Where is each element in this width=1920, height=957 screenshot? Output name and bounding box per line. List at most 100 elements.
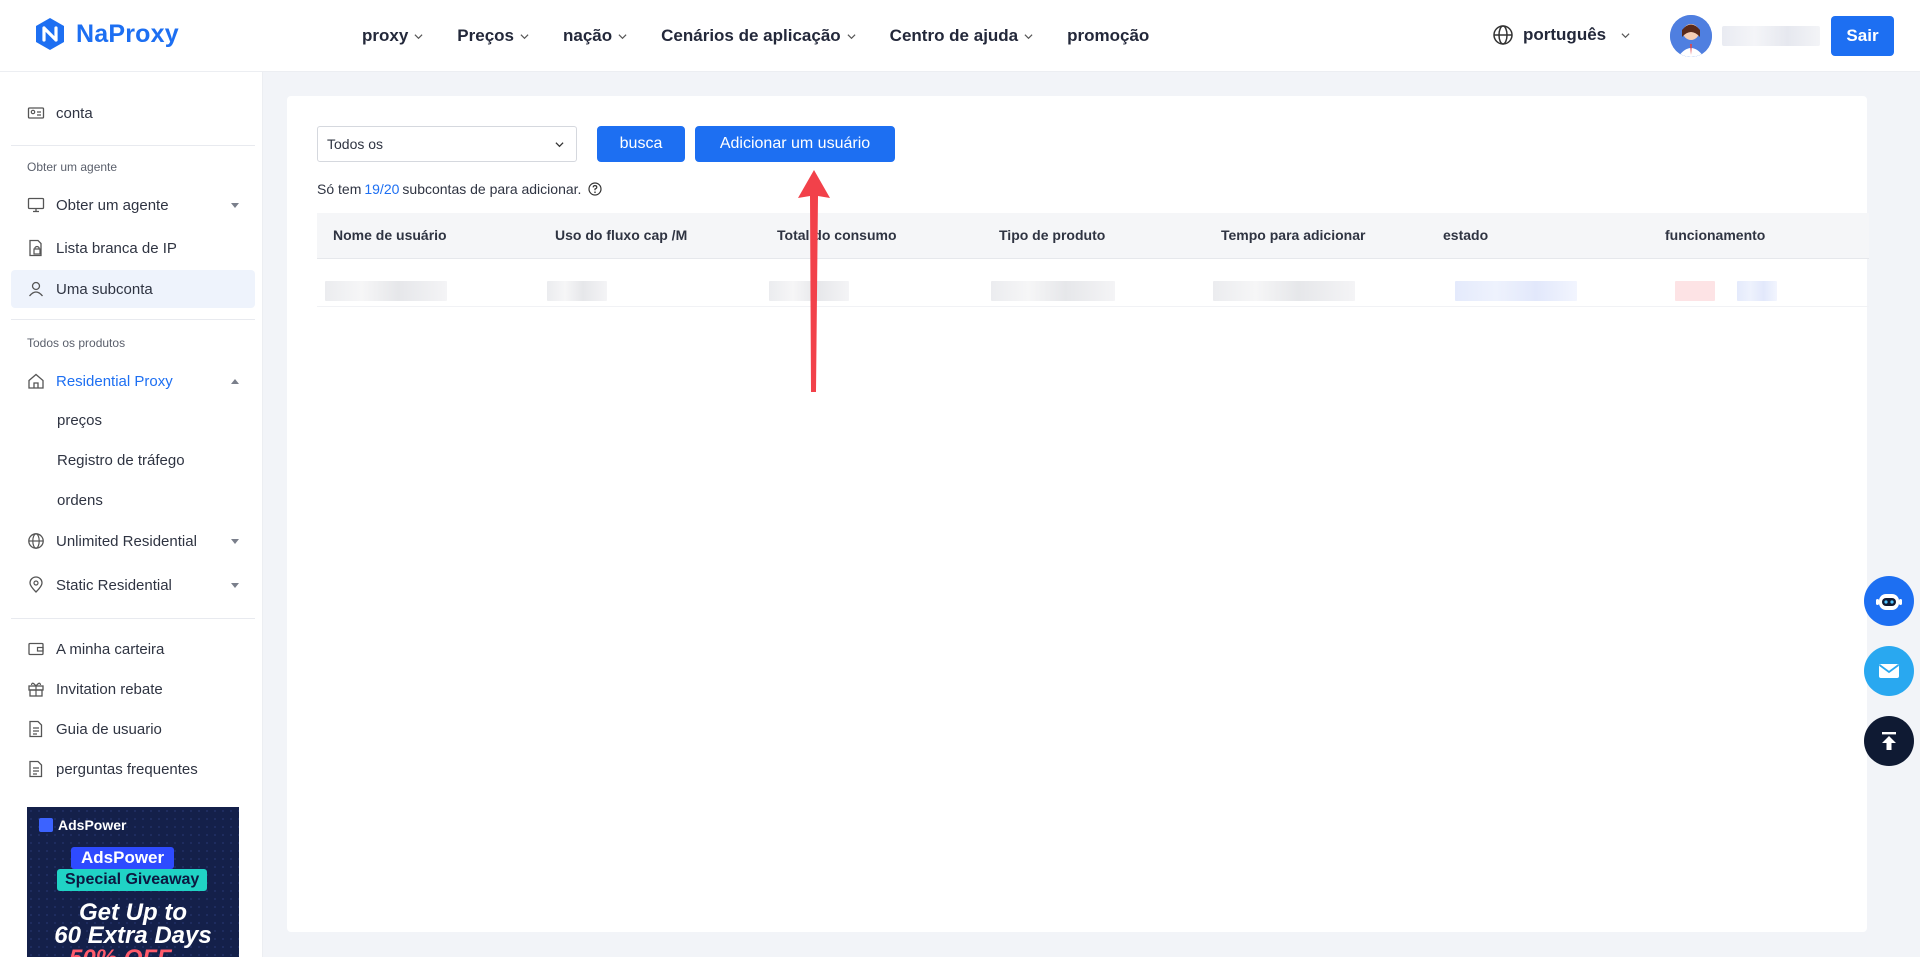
search-button[interactable]: busca [597, 126, 685, 162]
divider [11, 319, 255, 320]
chevron-down-icon [1024, 33, 1033, 39]
add-user-button[interactable]: Adicionar um usuário [695, 126, 895, 162]
column-header: Uso do fluxo cap /M [555, 227, 688, 243]
username-redacted [1722, 26, 1820, 46]
sidebar-item-static-residential[interactable]: Static Residential [11, 566, 255, 604]
email-button[interactable] [1864, 646, 1914, 696]
gift-icon [28, 682, 44, 697]
caret-down-icon [231, 538, 239, 544]
column-header: Tipo de produto [999, 227, 1106, 243]
sidebar-item-label: Uma subconta [56, 280, 153, 298]
sidebar-subitem-orders[interactable]: ordens [57, 492, 103, 509]
globe-icon [28, 533, 44, 549]
column-header: funcionamento [1665, 227, 1766, 243]
ad-brand-text: AdsPower [58, 817, 127, 833]
home-icon [28, 373, 44, 389]
sidebar-item-get-agent[interactable]: Obter um agente [11, 186, 255, 224]
nav-label: Centro de ajuda [889, 26, 1019, 45]
ad-giveaway: Special Giveaway [57, 869, 208, 891]
nav-scenarios[interactable]: Cenários de aplicação [661, 26, 856, 46]
chevron-down-icon [555, 142, 564, 148]
hint-count: 19/20 [364, 181, 400, 197]
sidebar-item-user-guide[interactable]: Guia de usuario [11, 710, 255, 748]
location-pin-icon [29, 576, 43, 593]
main-nav: proxy Preços nação Cenários de aplicação… [362, 0, 1149, 72]
sidebar-item-label: Lista branca de IP [56, 239, 177, 257]
nav-label: proxy [362, 26, 409, 45]
hint-prefix: Só tem [317, 181, 362, 197]
sidebar-item-label: Residential Proxy [56, 372, 173, 390]
sidebar-item-faq[interactable]: perguntas frequentes [11, 750, 255, 788]
globe-icon [1493, 25, 1513, 45]
section-title-products: Todos os produtos [27, 336, 126, 350]
language-selector[interactable]: português [1492, 24, 1630, 46]
table-row[interactable] [317, 259, 1869, 307]
user-icon [28, 281, 44, 297]
sidebar-item-label: A minha carteira [56, 640, 165, 658]
back-to-top-button[interactable] [1864, 716, 1914, 766]
chevron-down-icon [618, 33, 627, 39]
nav-proxy[interactable]: proxy [362, 26, 423, 46]
adspower-promo-banner[interactable]: AdsPower AdsPower Special Giveaway Get U… [27, 807, 239, 957]
section-title-agent: Obter um agente [27, 160, 118, 174]
nav-promotion[interactable]: promoção [1067, 26, 1149, 46]
hint-suffix: subcontas de para adicionar. [402, 181, 582, 197]
mail-icon [1878, 664, 1900, 678]
nav-prices[interactable]: Preços [457, 26, 529, 46]
question-circle-icon[interactable] [588, 182, 603, 196]
sidebar-item-subaccount[interactable]: Uma subconta [11, 270, 255, 308]
column-header: estado [1443, 227, 1489, 243]
subaccount-panel: Todos os busca Adicionar um usuário Só t… [287, 96, 1869, 932]
sidebar-subitem-prices[interactable]: preços [57, 412, 102, 429]
sidebar-subitem-traffic-log[interactable]: Registro de tráfego [57, 452, 185, 469]
divider [11, 145, 255, 146]
logout-button[interactable]: Sair [1831, 16, 1894, 56]
sidebar-item-label: Invitation rebate [56, 680, 163, 698]
action-redacted[interactable] [1675, 281, 1715, 301]
column-header: Tempo para adicionar [1221, 227, 1366, 243]
language-label: português [1523, 25, 1607, 44]
document-lock-icon [29, 239, 42, 257]
subaccount-quota-hint: Só tem 19/20 subcontas de para adicionar… [317, 181, 603, 197]
nav-label: Preços [457, 26, 514, 45]
ad-brand: AdsPower [39, 817, 126, 833]
sidebar-item-label: Unlimited Residential [56, 532, 197, 550]
avatar[interactable] [1670, 15, 1712, 57]
cell-redacted [325, 281, 447, 301]
nav-label: nação [563, 26, 613, 45]
sidebar-item-invitation-rebate[interactable]: Invitation rebate [11, 670, 255, 708]
nav-label: Cenários de aplicação [661, 26, 841, 45]
sidebar-item-ip-whitelist[interactable]: Lista branca de IP [11, 229, 255, 267]
sidebar: conta Obter um agente Obter um agente Li… [0, 72, 263, 957]
ad-pill: AdsPower [71, 847, 175, 869]
naproxy-logo-icon [36, 18, 64, 50]
cell-redacted [547, 281, 607, 301]
arrow-up-icon [1882, 732, 1896, 750]
action-redacted[interactable] [1737, 281, 1777, 301]
sidebar-item-label: Obter um agente [56, 196, 169, 214]
avatar-image-icon [1670, 15, 1712, 57]
cell-redacted [1213, 281, 1355, 301]
sidebar-item-residential-proxy[interactable]: Residential Proxy [11, 362, 255, 400]
subaccount-table: Nome de usuário Uso do fluxo cap /M Tota… [317, 213, 1869, 307]
sidebar-item-account[interactable]: conta [11, 94, 255, 132]
id-card-icon [27, 107, 45, 119]
ad-headline-3: 50% OFF [69, 945, 172, 957]
caret-up-icon [231, 378, 239, 384]
filter-select[interactable]: Todos os [317, 126, 577, 162]
sidebar-item-unlimited-residential[interactable]: Unlimited Residential [11, 522, 255, 560]
divider [11, 618, 255, 619]
chatbot-button[interactable] [1864, 576, 1914, 626]
filter-select-value: Todos os [327, 136, 384, 152]
nav-help-center[interactable]: Centro de ajuda [890, 26, 1033, 46]
sidebar-item-label: perguntas frequentes [56, 760, 198, 778]
sidebar-item-wallet[interactable]: A minha carteira [11, 630, 255, 668]
cell-redacted [1455, 281, 1577, 301]
top-header: NaProxy proxy Preços nação Cenários de a… [0, 0, 1920, 72]
column-header: Nome de usuário [333, 227, 447, 243]
logo[interactable]: NaProxy [32, 16, 179, 52]
nav-nation[interactable]: nação [563, 26, 627, 46]
chevron-down-icon [1621, 32, 1630, 38]
logo-text: NaProxy [76, 19, 179, 48]
monitor-icon [27, 197, 45, 213]
